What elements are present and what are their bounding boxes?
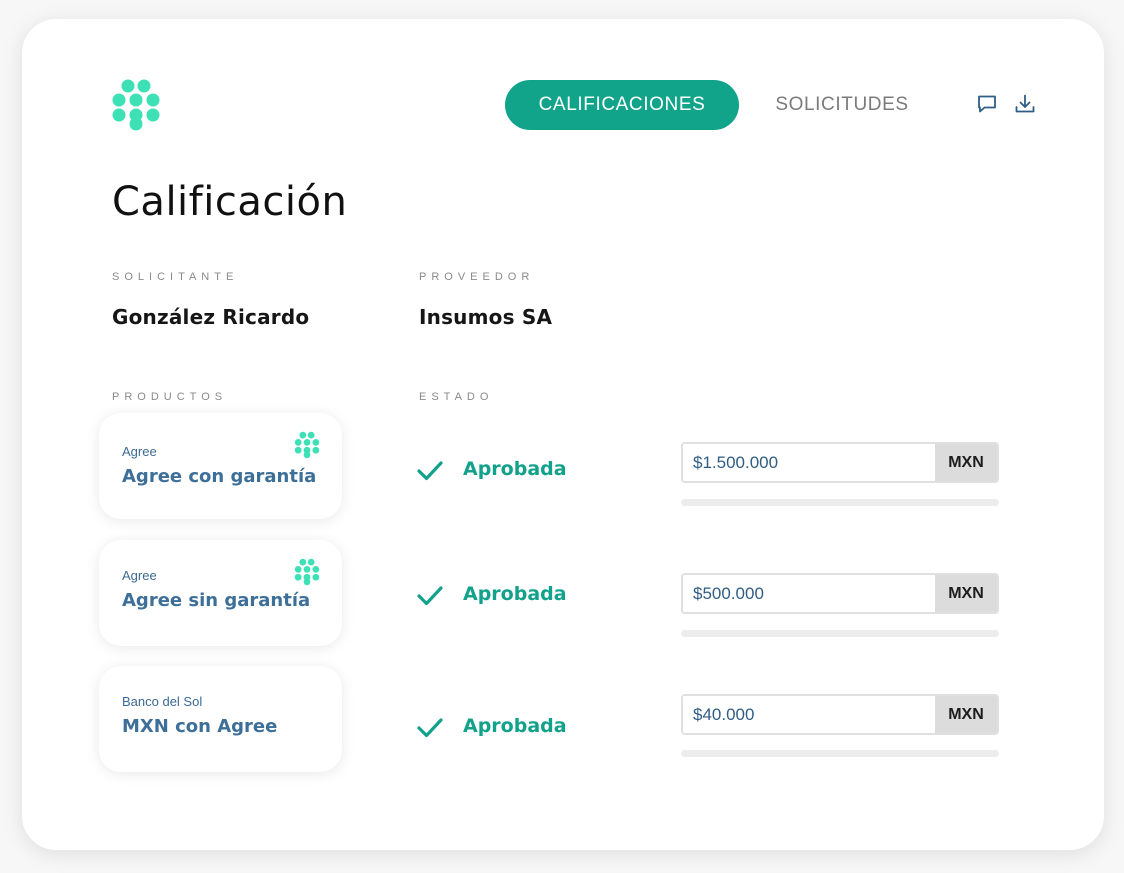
status-text: Aprobada <box>463 458 567 480</box>
progress-bar <box>681 630 999 637</box>
app-window: CALIFICACIONES SOLICITUDES Calificación … <box>22 19 1104 850</box>
currency-label: MXN <box>935 575 997 612</box>
amount-field: MXN <box>681 442 999 483</box>
estado-label: ESTADO <box>419 391 494 403</box>
amount-input[interactable] <box>683 444 935 481</box>
tab-solicitudes[interactable]: SOLICITUDES <box>752 80 932 130</box>
status-text: Aprobada <box>463 583 567 605</box>
amount-field: MXN <box>681 573 999 614</box>
amount-field: MXN <box>681 694 999 735</box>
chat-icon[interactable] <box>975 92 999 116</box>
agree-logo-icon <box>294 431 320 459</box>
app-logo-icon[interactable] <box>111 79 161 131</box>
product-card[interactable]: Banco del Sol MXN con Agree <box>99 666 342 772</box>
check-icon <box>417 461 443 481</box>
amount-input[interactable] <box>683 575 935 612</box>
download-icon[interactable] <box>1013 92 1037 116</box>
solicitante-label: SOLICITANTE <box>112 271 239 283</box>
currency-label: MXN <box>935 444 997 481</box>
amount-input[interactable] <box>683 696 935 733</box>
product-provider: Agree <box>122 444 157 459</box>
proveedor-label: PROVEEDOR <box>419 271 535 283</box>
product-provider: Banco del Sol <box>122 694 203 709</box>
product-provider: Agree <box>122 568 157 583</box>
status-text: Aprobada <box>463 715 567 737</box>
solicitante-value: González Ricardo <box>112 305 310 329</box>
page-title: Calificación <box>112 179 348 225</box>
product-name: Agree con garantía <box>122 466 317 487</box>
progress-bar <box>681 499 999 506</box>
product-name: MXN con Agree <box>122 716 278 737</box>
agree-logo-icon <box>294 558 320 586</box>
product-card[interactable]: Agree Agree sin garantía <box>99 540 342 646</box>
check-icon <box>417 586 443 606</box>
productos-label: PRODUCTOS <box>112 391 228 403</box>
progress-bar <box>681 750 999 757</box>
product-name: Agree sin garantía <box>122 590 311 611</box>
check-icon <box>417 718 443 738</box>
proveedor-value: Insumos SA <box>419 305 553 329</box>
currency-label: MXN <box>935 696 997 733</box>
product-card[interactable]: Agree Agree con garantía <box>99 413 342 519</box>
tab-calificaciones[interactable]: CALIFICACIONES <box>505 80 739 130</box>
